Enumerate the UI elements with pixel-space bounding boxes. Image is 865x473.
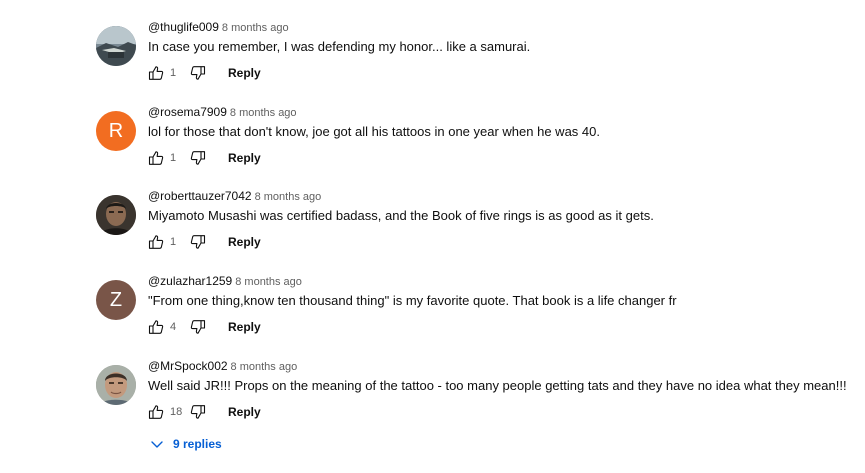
comment-actions: 18 Reply xyxy=(148,401,261,423)
comment-actions: 1 Reply xyxy=(148,231,261,253)
like-count: 1 xyxy=(170,67,177,79)
comment-thread: @roberttauzer7042 8 months ago Miyamoto M… xyxy=(96,187,856,267)
comment-time[interactable]: 8 months ago xyxy=(222,22,289,34)
comment-author[interactable]: @roberttauzer7042 xyxy=(148,189,252,203)
comment-time[interactable]: 8 months ago xyxy=(255,191,322,203)
comment-text: Well said JR!!! Props on the meaning of … xyxy=(148,378,847,393)
comment-author[interactable]: @MrSpock002 xyxy=(148,359,228,373)
avatar[interactable]: Z xyxy=(96,280,136,320)
comment-text: "From one thing,know ten thousand thing"… xyxy=(148,293,677,308)
comment-time[interactable]: 8 months ago xyxy=(230,107,297,119)
reply-button[interactable]: Reply xyxy=(228,66,261,80)
like-count: 1 xyxy=(170,152,177,164)
avatar[interactable] xyxy=(96,195,136,235)
comment-thread: @MrSpock002 8 months ago Well said JR!!! … xyxy=(96,357,856,437)
reply-button[interactable]: Reply xyxy=(228,405,261,419)
avatar[interactable] xyxy=(96,26,136,66)
thumbs-up-icon[interactable] xyxy=(148,404,164,420)
avatar-letter: Z xyxy=(109,288,123,311)
avatar-photo xyxy=(96,195,136,235)
avatar-photo xyxy=(96,26,136,66)
avatar[interactable]: R xyxy=(96,111,136,151)
comment-author[interactable]: @thuglife009 xyxy=(148,20,219,34)
comment-text: lol for those that don't know, joe got a… xyxy=(148,124,600,139)
thumbs-down-icon[interactable] xyxy=(190,319,206,335)
comment-actions: 4 Reply xyxy=(148,316,261,338)
thumbs-up-icon[interactable] xyxy=(148,65,164,81)
like-count: 18 xyxy=(170,406,183,418)
like-count: 1 xyxy=(170,236,177,248)
avatar-photo xyxy=(96,365,136,405)
comment-author[interactable]: @rosema7909 xyxy=(148,105,227,119)
comment-header: @MrSpock002 8 months ago xyxy=(148,358,297,375)
thumbs-down-icon[interactable] xyxy=(190,404,206,420)
comment-header: @rosema7909 8 months ago xyxy=(148,104,297,121)
comment-author[interactable]: @zulazhar1259 xyxy=(148,274,232,288)
comment-thread: R @rosema7909 8 months ago lol for those … xyxy=(96,103,856,183)
replies-count-label: 9 replies xyxy=(173,437,222,451)
reply-button[interactable]: Reply xyxy=(228,235,261,249)
comment-thread: Z @zulazhar1259 8 months ago "From one th… xyxy=(96,272,856,352)
comment-time[interactable]: 8 months ago xyxy=(235,276,302,288)
thumbs-up-icon[interactable] xyxy=(148,234,164,250)
comment-actions: 1 Reply xyxy=(148,147,261,169)
chevron-down-icon xyxy=(151,441,163,448)
view-replies-button[interactable]: 9 replies xyxy=(150,437,222,451)
comment-header: @thuglife009 8 months ago xyxy=(148,19,289,36)
reply-button[interactable]: Reply xyxy=(228,151,261,165)
thumbs-up-icon[interactable] xyxy=(148,319,164,335)
comment-text: In case you remember, I was defending my… xyxy=(148,39,531,54)
avatar-letter: R xyxy=(108,119,124,142)
reply-button[interactable]: Reply xyxy=(228,320,261,334)
thumbs-up-icon[interactable] xyxy=(148,150,164,166)
thumbs-down-icon[interactable] xyxy=(190,150,206,166)
avatar[interactable] xyxy=(96,365,136,405)
thumbs-down-icon[interactable] xyxy=(190,234,206,250)
comment-actions: 1 Reply xyxy=(148,62,261,84)
comment-header: @roberttauzer7042 8 months ago xyxy=(148,188,321,205)
comment-text: Miyamoto Musashi was certified badass, a… xyxy=(148,208,654,223)
thumbs-down-icon[interactable] xyxy=(190,65,206,81)
comment-header: @zulazhar1259 8 months ago xyxy=(148,273,302,290)
like-count: 4 xyxy=(170,321,177,333)
comment-time[interactable]: 8 months ago xyxy=(231,361,298,373)
comment-thread: @thuglife009 8 months ago In case you rem… xyxy=(96,18,856,98)
